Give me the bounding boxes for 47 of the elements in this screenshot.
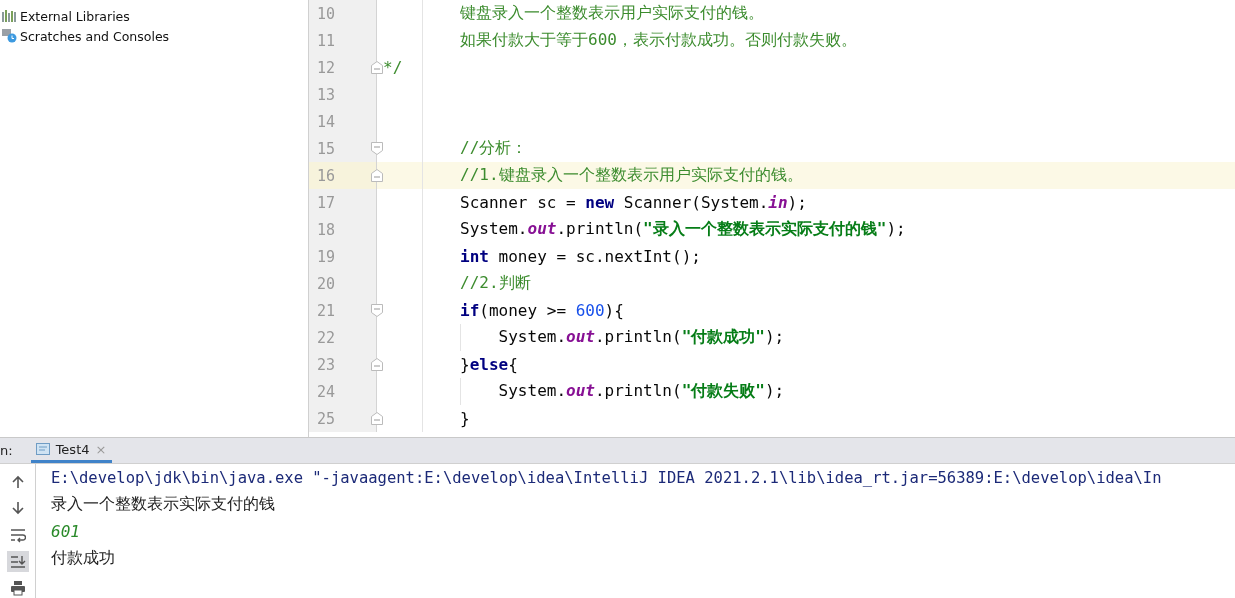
line-number: 10 xyxy=(315,4,335,23)
console-line: E:\develop\jdk\bin\java.exe "-javaagent:E:\develop\idea\IntelliJ IDEA 2021.2.1\lib\idea_rt.jar=56389:E:\develop\idea\In xyxy=(51,468,1162,487)
library-icon xyxy=(2,10,17,22)
fold-icon[interactable] xyxy=(371,169,383,182)
code-line: //分析： xyxy=(459,138,528,159)
tree-item[interactable]: External Libraries xyxy=(20,8,130,24)
line-number: 13 xyxy=(315,85,335,104)
fold-icon[interactable] xyxy=(371,412,383,425)
line-number: 17 xyxy=(315,193,335,212)
run-label: n: xyxy=(0,442,13,460)
console-line: 601 xyxy=(51,522,80,541)
code-line: 键盘录入一个整数表示用户实际支付的钱。 xyxy=(459,3,765,24)
line-number: 21 xyxy=(315,301,335,320)
fold-icon[interactable] xyxy=(371,142,383,155)
console-line: 付款成功 xyxy=(51,548,115,569)
scroll-to-end-icon[interactable] xyxy=(6,550,29,573)
code-line: 如果付款大于等于600，表示付款成功。否则付款失败。 xyxy=(459,30,857,51)
code-line: */ xyxy=(383,58,403,77)
tree-item[interactable]: Scratches and Consoles xyxy=(20,28,170,44)
line-number: 19 xyxy=(315,247,335,266)
line-number: 20 xyxy=(315,274,335,293)
code-line: Scanner sc = new Scanner(System.in); xyxy=(459,193,807,212)
console-icon xyxy=(35,443,50,455)
line-number: 11 xyxy=(315,31,335,50)
line-number: 25 xyxy=(315,409,335,428)
code-line: System.out.println("付款成功"); xyxy=(497,327,785,348)
code-line: } xyxy=(459,409,470,428)
console-line: 录入一个整数表示实际支付的钱 xyxy=(51,494,275,515)
code-line: System.out.println("付款失败"); xyxy=(497,381,785,402)
fold-icon[interactable] xyxy=(371,358,383,371)
line-number: 15 xyxy=(315,139,335,158)
line-number: 18 xyxy=(315,220,335,239)
line-number: 14 xyxy=(315,112,335,131)
line-number: 23 xyxy=(315,355,335,374)
fold-icon[interactable] xyxy=(371,61,383,74)
code-line: //1.键盘录入一个整数表示用户实际支付的钱。 xyxy=(459,165,803,186)
line-number: 22 xyxy=(315,328,335,347)
code-line: System.out.println("录入一个整数表示实际支付的钱"); xyxy=(459,219,906,240)
code-line: }else{ xyxy=(459,355,518,374)
code-line: if(money >= 600){ xyxy=(459,301,624,320)
line-number: 12 xyxy=(315,58,335,77)
line-number: 24 xyxy=(315,382,335,401)
code-line: int money = sc.nextInt(); xyxy=(459,247,701,266)
code-line: //2.判断 xyxy=(459,273,531,294)
run-tab[interactable]: Test4 × xyxy=(30,438,113,463)
fold-icon[interactable] xyxy=(371,304,383,317)
line-number: 16 xyxy=(315,166,335,185)
